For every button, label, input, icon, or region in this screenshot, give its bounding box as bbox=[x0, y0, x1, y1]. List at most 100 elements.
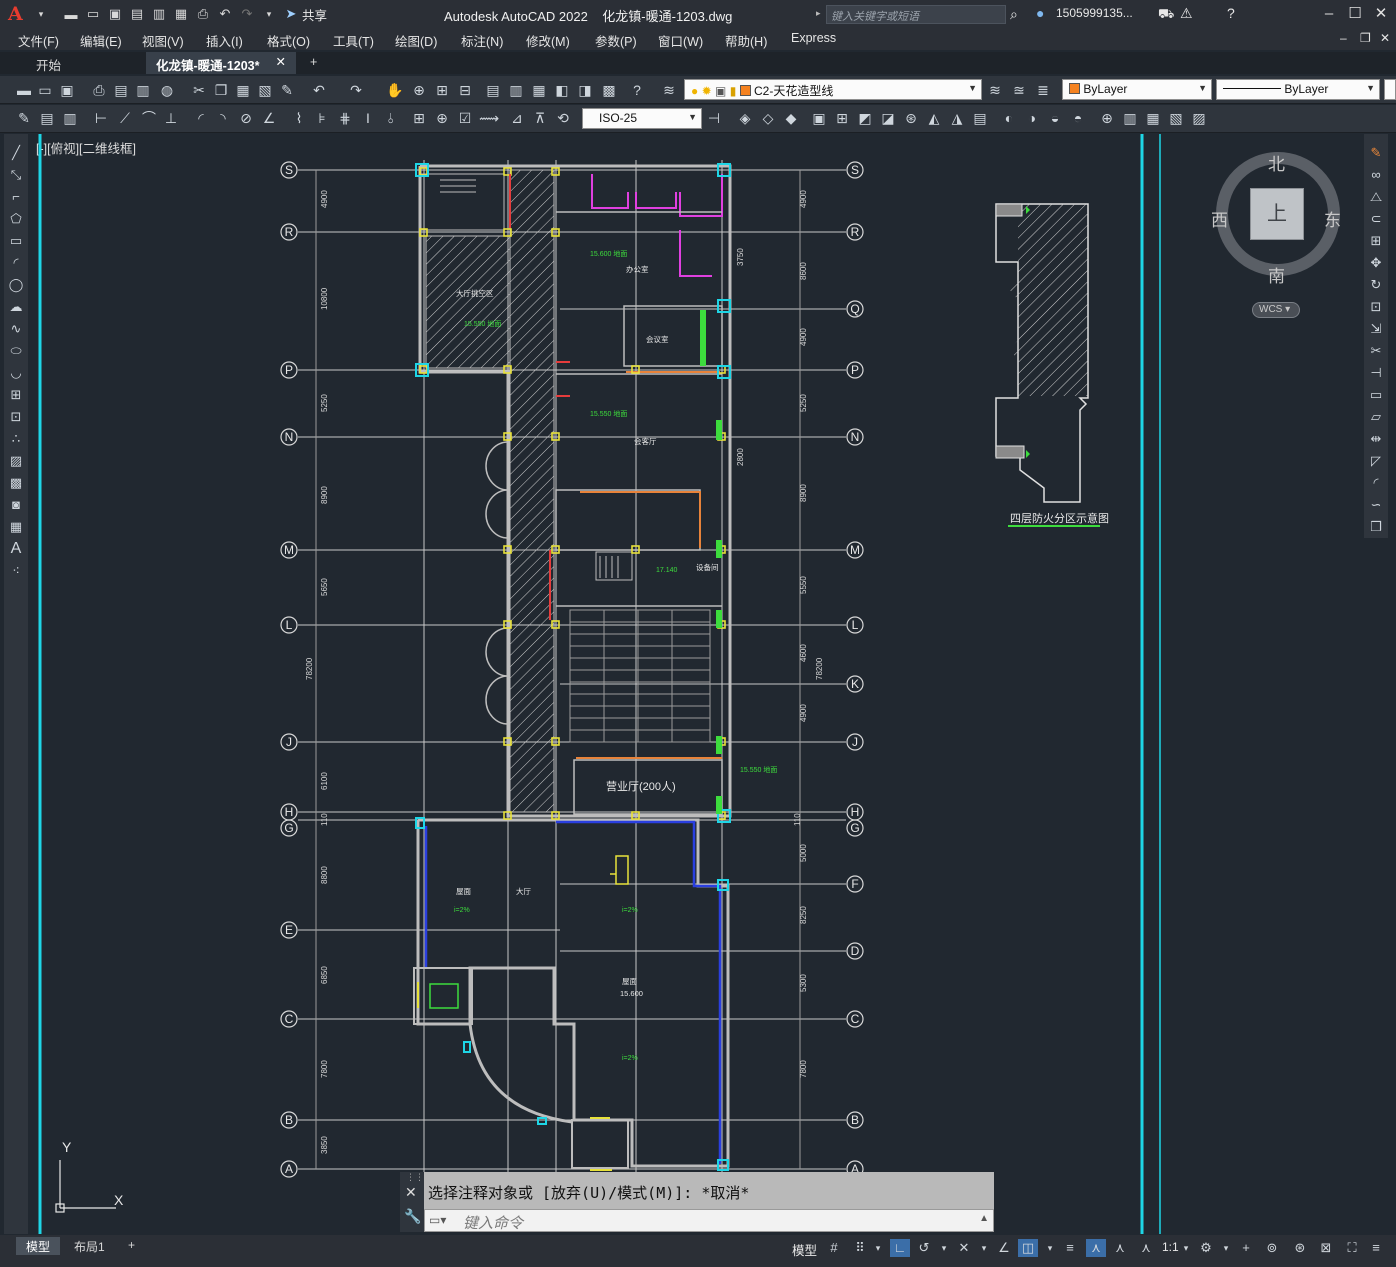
modify-16-icon[interactable]: ⊕ bbox=[1098, 109, 1116, 127]
publish-3d-icon[interactable]: ▥ bbox=[134, 81, 152, 99]
brush-icon[interactable]: ✎ bbox=[278, 81, 296, 99]
open-icon[interactable]: ▭ bbox=[36, 81, 54, 99]
new-tab-button[interactable]: + bbox=[300, 52, 327, 74]
modify-2-icon[interactable]: ◇ bbox=[759, 109, 777, 127]
lineweight-combo[interactable] bbox=[1384, 79, 1396, 100]
arc-icon[interactable]: ◜ bbox=[7, 254, 25, 272]
menu-draw[interactable]: 绘图(D) bbox=[395, 31, 437, 50]
break-icon[interactable]: ▱ bbox=[1367, 408, 1385, 426]
rectangle-icon[interactable]: ▭ bbox=[7, 232, 25, 250]
plot-icon[interactable]: ⎙ bbox=[90, 81, 108, 99]
menu-help[interactable]: 帮助(H) bbox=[725, 31, 767, 50]
qnew-icon[interactable]: ▬ bbox=[15, 81, 33, 99]
circle-icon[interactable]: ◯ bbox=[7, 276, 25, 294]
minimize-window-icon[interactable]: – bbox=[1318, 4, 1340, 24]
menu-view[interactable]: 视图(V) bbox=[142, 31, 184, 50]
snap-icon[interactable]: ⠿ bbox=[850, 1239, 870, 1257]
tool-palettes-icon[interactable]: ▦ bbox=[530, 81, 548, 99]
cut-icon[interactable]: ✂ bbox=[190, 81, 208, 99]
maximize-window-icon[interactable]: ☐ bbox=[1344, 4, 1366, 24]
search-expand-icon[interactable]: ▸ bbox=[816, 8, 821, 19]
isodraft-icon[interactable]: ✕ bbox=[954, 1239, 974, 1257]
annotation-visibility-icon[interactable]: ⋏ bbox=[1086, 1239, 1106, 1257]
stretch-icon[interactable]: ⇲ bbox=[1367, 320, 1385, 338]
tolerance-icon[interactable]: ⊞ bbox=[410, 109, 428, 127]
grip-icon[interactable]: ⋮⋮ bbox=[406, 1172, 424, 1183]
object-snap-tracking-icon[interactable]: ∠ bbox=[994, 1239, 1014, 1257]
menu-express[interactable]: Express bbox=[791, 31, 836, 45]
modify-12-icon[interactable]: ◐ bbox=[1000, 109, 1018, 127]
plus-icon[interactable]: + bbox=[1236, 1239, 1256, 1257]
isolate-icon[interactable]: ⊚ bbox=[1262, 1239, 1282, 1257]
tab-drawing[interactable]: 化龙镇-暖通-1203* ✕ bbox=[146, 52, 296, 74]
print-icon[interactable]: ⎙ bbox=[194, 6, 212, 22]
ucs-menu-button[interactable]: WCS ▾ bbox=[1252, 302, 1300, 318]
layer-previous-icon[interactable]: ≊ bbox=[1010, 81, 1028, 99]
sheet-set-icon[interactable]: ◧ bbox=[553, 81, 571, 99]
search-input[interactable]: 键入关键字或短语 bbox=[826, 5, 1006, 24]
mirror-icon[interactable]: ⧍ bbox=[1367, 188, 1385, 206]
user-icon[interactable]: ● bbox=[1036, 5, 1044, 21]
explode-icon[interactable]: ❒ bbox=[1367, 518, 1385, 536]
move-icon[interactable]: ✥ bbox=[1367, 254, 1385, 272]
layer-combo[interactable]: ● ✹ ▣ ▮ C2-天花造型线 ▼ bbox=[684, 79, 982, 100]
ortho-icon[interactable]: ∟ bbox=[890, 1239, 910, 1257]
properties-icon[interactable]: ▤ bbox=[484, 81, 502, 99]
modify-10-icon[interactable]: ◮ bbox=[948, 109, 966, 127]
workspace-dropdown-icon[interactable]: ▾ bbox=[1216, 1239, 1236, 1257]
mtext-icon[interactable]: A bbox=[7, 540, 25, 558]
globe-icon[interactable]: ◍ bbox=[158, 81, 176, 99]
tool-a-icon[interactable]: ✎ bbox=[15, 109, 33, 127]
dim-diameter-icon[interactable]: ⊘ bbox=[237, 109, 255, 127]
hatch-icon[interactable]: ▨ bbox=[7, 452, 25, 470]
undo-icon-2[interactable]: ↶ bbox=[310, 81, 328, 99]
close-window-icon[interactable]: ✕ bbox=[1370, 4, 1392, 24]
clean-screen-icon[interactable]: ⊠ bbox=[1316, 1239, 1336, 1257]
dim-ordinate-icon[interactable]: ⊥ bbox=[162, 109, 180, 127]
line-icon[interactable]: ╱ bbox=[7, 144, 25, 162]
menu-format[interactable]: 格式(O) bbox=[267, 31, 310, 50]
copy-icon[interactable]: ❐ bbox=[212, 81, 230, 99]
model-space-button[interactable]: 模型 bbox=[792, 1240, 817, 1259]
match-prop-icon[interactable]: ▧ bbox=[256, 81, 274, 99]
modify-15-icon[interactable]: ◓ bbox=[1069, 109, 1087, 127]
close-command-icon[interactable]: ✕ bbox=[405, 1184, 417, 1201]
markup-icon[interactable]: ◨ bbox=[576, 81, 594, 99]
tab-start[interactable]: 开始 bbox=[26, 52, 144, 74]
modify-17-icon[interactable]: ▥ bbox=[1121, 109, 1139, 127]
linetype-combo[interactable]: ByLayer ▼ bbox=[1216, 79, 1380, 100]
paste-icon[interactable]: ▦ bbox=[234, 81, 252, 99]
scale-icon[interactable]: ⊡ bbox=[1367, 298, 1385, 316]
annotation-scale-icon[interactable]: ⋏ bbox=[1136, 1239, 1156, 1257]
preview-icon[interactable]: ▤ bbox=[112, 81, 130, 99]
dim-linear-icon[interactable]: ⊢ bbox=[92, 109, 110, 127]
modify-6-icon[interactable]: ◩ bbox=[856, 109, 874, 127]
construction-line-icon[interactable]: ⤡ bbox=[7, 166, 25, 184]
quick-dim-icon[interactable]: ⌇ bbox=[290, 109, 308, 127]
inspect-icon[interactable]: ☑ bbox=[456, 109, 474, 127]
modify-13-icon[interactable]: ◑ bbox=[1023, 109, 1041, 127]
make-current-icon[interactable]: ≋ bbox=[986, 81, 1004, 99]
trim-icon[interactable]: ✂ bbox=[1367, 342, 1385, 360]
modify-8-icon[interactable]: ⊛ bbox=[902, 109, 920, 127]
modify-7-icon[interactable]: ◪ bbox=[879, 109, 897, 127]
add-selected-icon[interactable]: ⁖ bbox=[7, 562, 25, 580]
tool-c-icon[interactable]: ▥ bbox=[61, 109, 79, 127]
open-file-icon[interactable]: ▭ bbox=[84, 6, 102, 22]
dim-text-edit-icon[interactable]: ⊼ bbox=[531, 109, 549, 127]
ellipse-arc-icon[interactable]: ◡ bbox=[7, 364, 25, 382]
viewcube-south[interactable]: 南 bbox=[1268, 262, 1285, 287]
modify-4-icon[interactable]: ▣ bbox=[810, 109, 828, 127]
qat-dropdown-icon[interactable]: ▾ bbox=[260, 6, 278, 22]
rotate-icon[interactable]: ↻ bbox=[1367, 276, 1385, 294]
color-combo[interactable]: ByLayer ▼ bbox=[1062, 79, 1212, 100]
blend-icon[interactable]: ∽ bbox=[1367, 496, 1385, 514]
modify-18-icon[interactable]: ▦ bbox=[1144, 109, 1162, 127]
modify-3-icon[interactable]: ◆ bbox=[782, 109, 800, 127]
doc-close-icon[interactable]: ✕ bbox=[1380, 31, 1390, 45]
redo-icon[interactable]: ↷ bbox=[238, 6, 256, 22]
dim-aligned-icon[interactable]: ⟋ bbox=[116, 109, 134, 127]
save-as-icon[interactable]: ▤ bbox=[128, 6, 146, 22]
fullscreen-icon[interactable]: ⛶ bbox=[1342, 1239, 1362, 1257]
gradient-icon[interactable]: ▩ bbox=[7, 474, 25, 492]
